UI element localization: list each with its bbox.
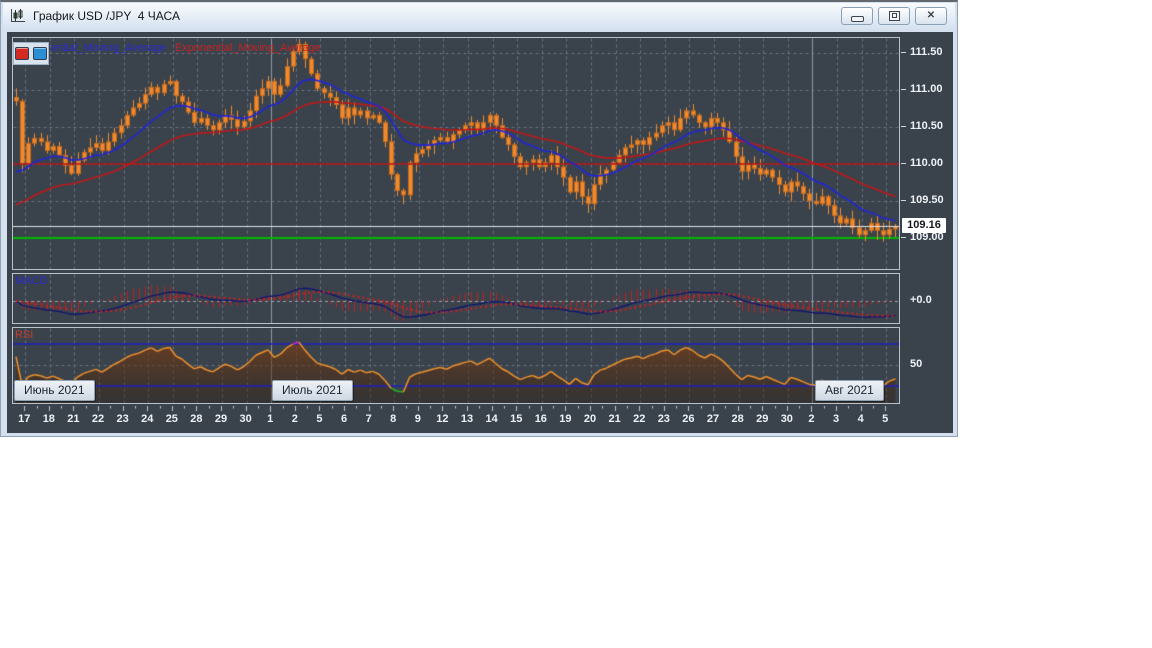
time-axis-label: 22 xyxy=(91,413,105,425)
time-axis-label: 17 xyxy=(18,413,31,425)
minimize-icon xyxy=(850,15,864,22)
candlestick-chart-icon xyxy=(9,8,27,24)
minimize-button[interactable] xyxy=(841,7,873,25)
candlestick-chart-canvas[interactable] xyxy=(13,38,899,269)
time-axis-label: 3 xyxy=(832,413,840,425)
time-axis-label: 29 xyxy=(214,413,228,425)
close-icon: ✕ xyxy=(926,10,936,21)
price-axis: 111.50 111.00 110.50 110.00 109.50 109.00 109… xyxy=(901,32,953,433)
time-axis-label: 16 xyxy=(534,413,547,425)
time-axis-label: 30 xyxy=(780,413,793,425)
time-axis-label: 26 xyxy=(682,413,695,425)
main-chart-panel xyxy=(12,37,900,270)
price-axis-label: 110.00 xyxy=(901,156,943,171)
time-axis-label: 23 xyxy=(657,413,670,425)
macd-label: MACD xyxy=(15,275,48,287)
rsi-mid-label: 50 xyxy=(910,358,923,370)
month-marker-june: Июнь 2021 xyxy=(14,380,95,401)
time-axis-label: 5 xyxy=(316,413,323,425)
month-marker-august: Авг 2021 xyxy=(815,380,884,401)
time-axis-label: 9 xyxy=(414,413,421,425)
time-axis-label: 2 xyxy=(808,413,815,425)
time-axis-label: 15 xyxy=(510,413,523,425)
chart-window: График USD /JPY 4 ЧАСА ✕ ential_Moving_A… xyxy=(0,0,958,437)
time-axis-label: 22 xyxy=(633,413,646,425)
time-axis-label: 20 xyxy=(583,413,597,425)
indicator-button-blue[interactable] xyxy=(33,47,47,60)
time-axis-label: 13 xyxy=(460,413,474,425)
price-axis-label: 111.00 xyxy=(901,82,942,97)
time-axis-label: 6 xyxy=(340,413,348,425)
time-axis-label: 25 xyxy=(165,413,178,425)
ema-red-legend-label: Exponential_Moving_Average xyxy=(174,42,321,54)
close-button[interactable]: ✕ xyxy=(915,7,947,25)
time-axis-label: 21 xyxy=(67,413,80,425)
window-title: График USD /JPY 4 ЧАСА xyxy=(33,9,180,23)
time-axis-label: 14 xyxy=(485,413,498,425)
title-bar[interactable]: График USD /JPY 4 ЧАСА ✕ xyxy=(3,3,955,29)
time-axis-label: 19 xyxy=(559,413,572,425)
indicator-legend: ential_Moving_Average Exponential_Moving… xyxy=(51,42,321,54)
time-axis-label: 27 xyxy=(706,413,720,425)
macd-chart-canvas[interactable] xyxy=(13,274,899,323)
macd-zero-label: +0.0 xyxy=(910,294,932,306)
time-axis-label: 23 xyxy=(116,413,129,425)
time-axis-label: 28 xyxy=(190,413,203,425)
rsi-panel xyxy=(12,327,900,404)
macd-panel xyxy=(12,273,900,324)
time-axis-label: 28 xyxy=(731,413,744,425)
restore-button[interactable] xyxy=(878,7,910,25)
time-axis-label: 7 xyxy=(365,413,372,425)
time-axis-label: 29 xyxy=(756,413,769,425)
time-axis-label: 12 xyxy=(436,413,449,425)
time-axis-label: 1 xyxy=(267,413,274,425)
ema-blue-legend-label: ential_Moving_Average xyxy=(51,42,166,54)
rsi-label: RSI xyxy=(15,329,34,341)
time-axis-label: 21 xyxy=(608,413,621,425)
price-axis-label: 111.50 xyxy=(901,45,942,60)
window-controls: ✕ xyxy=(841,7,949,25)
time-axis-ticks xyxy=(12,406,898,412)
month-marker-july: Июль 2021 xyxy=(272,380,353,401)
current-price-box: 109.16 xyxy=(902,218,946,233)
time-axis: 17 18 21 22 23 24 25 28 29 30 1 2 5 6 7 8 9 12 13 14 15 16 19 2… xyxy=(12,406,900,432)
time-axis-label: 5 xyxy=(882,413,889,425)
time-axis-label: 24 xyxy=(141,413,154,425)
chart-client-area: ential_Moving_Average Exponential_Moving… xyxy=(7,32,953,433)
price-axis-label: 109.50 xyxy=(901,193,944,208)
time-axis-label: 4 xyxy=(857,413,864,425)
time-axis-label: 8 xyxy=(390,413,397,425)
time-axis-label: 2 xyxy=(291,413,298,425)
rsi-chart-canvas[interactable] xyxy=(13,328,899,403)
time-axis-label: 18 xyxy=(42,413,55,425)
indicator-buttons xyxy=(13,42,49,65)
time-axis-label: 30 xyxy=(239,413,252,425)
price-axis-label: 110.50 xyxy=(901,119,943,134)
indicator-button-red[interactable] xyxy=(15,47,29,60)
restore-icon xyxy=(888,11,900,21)
